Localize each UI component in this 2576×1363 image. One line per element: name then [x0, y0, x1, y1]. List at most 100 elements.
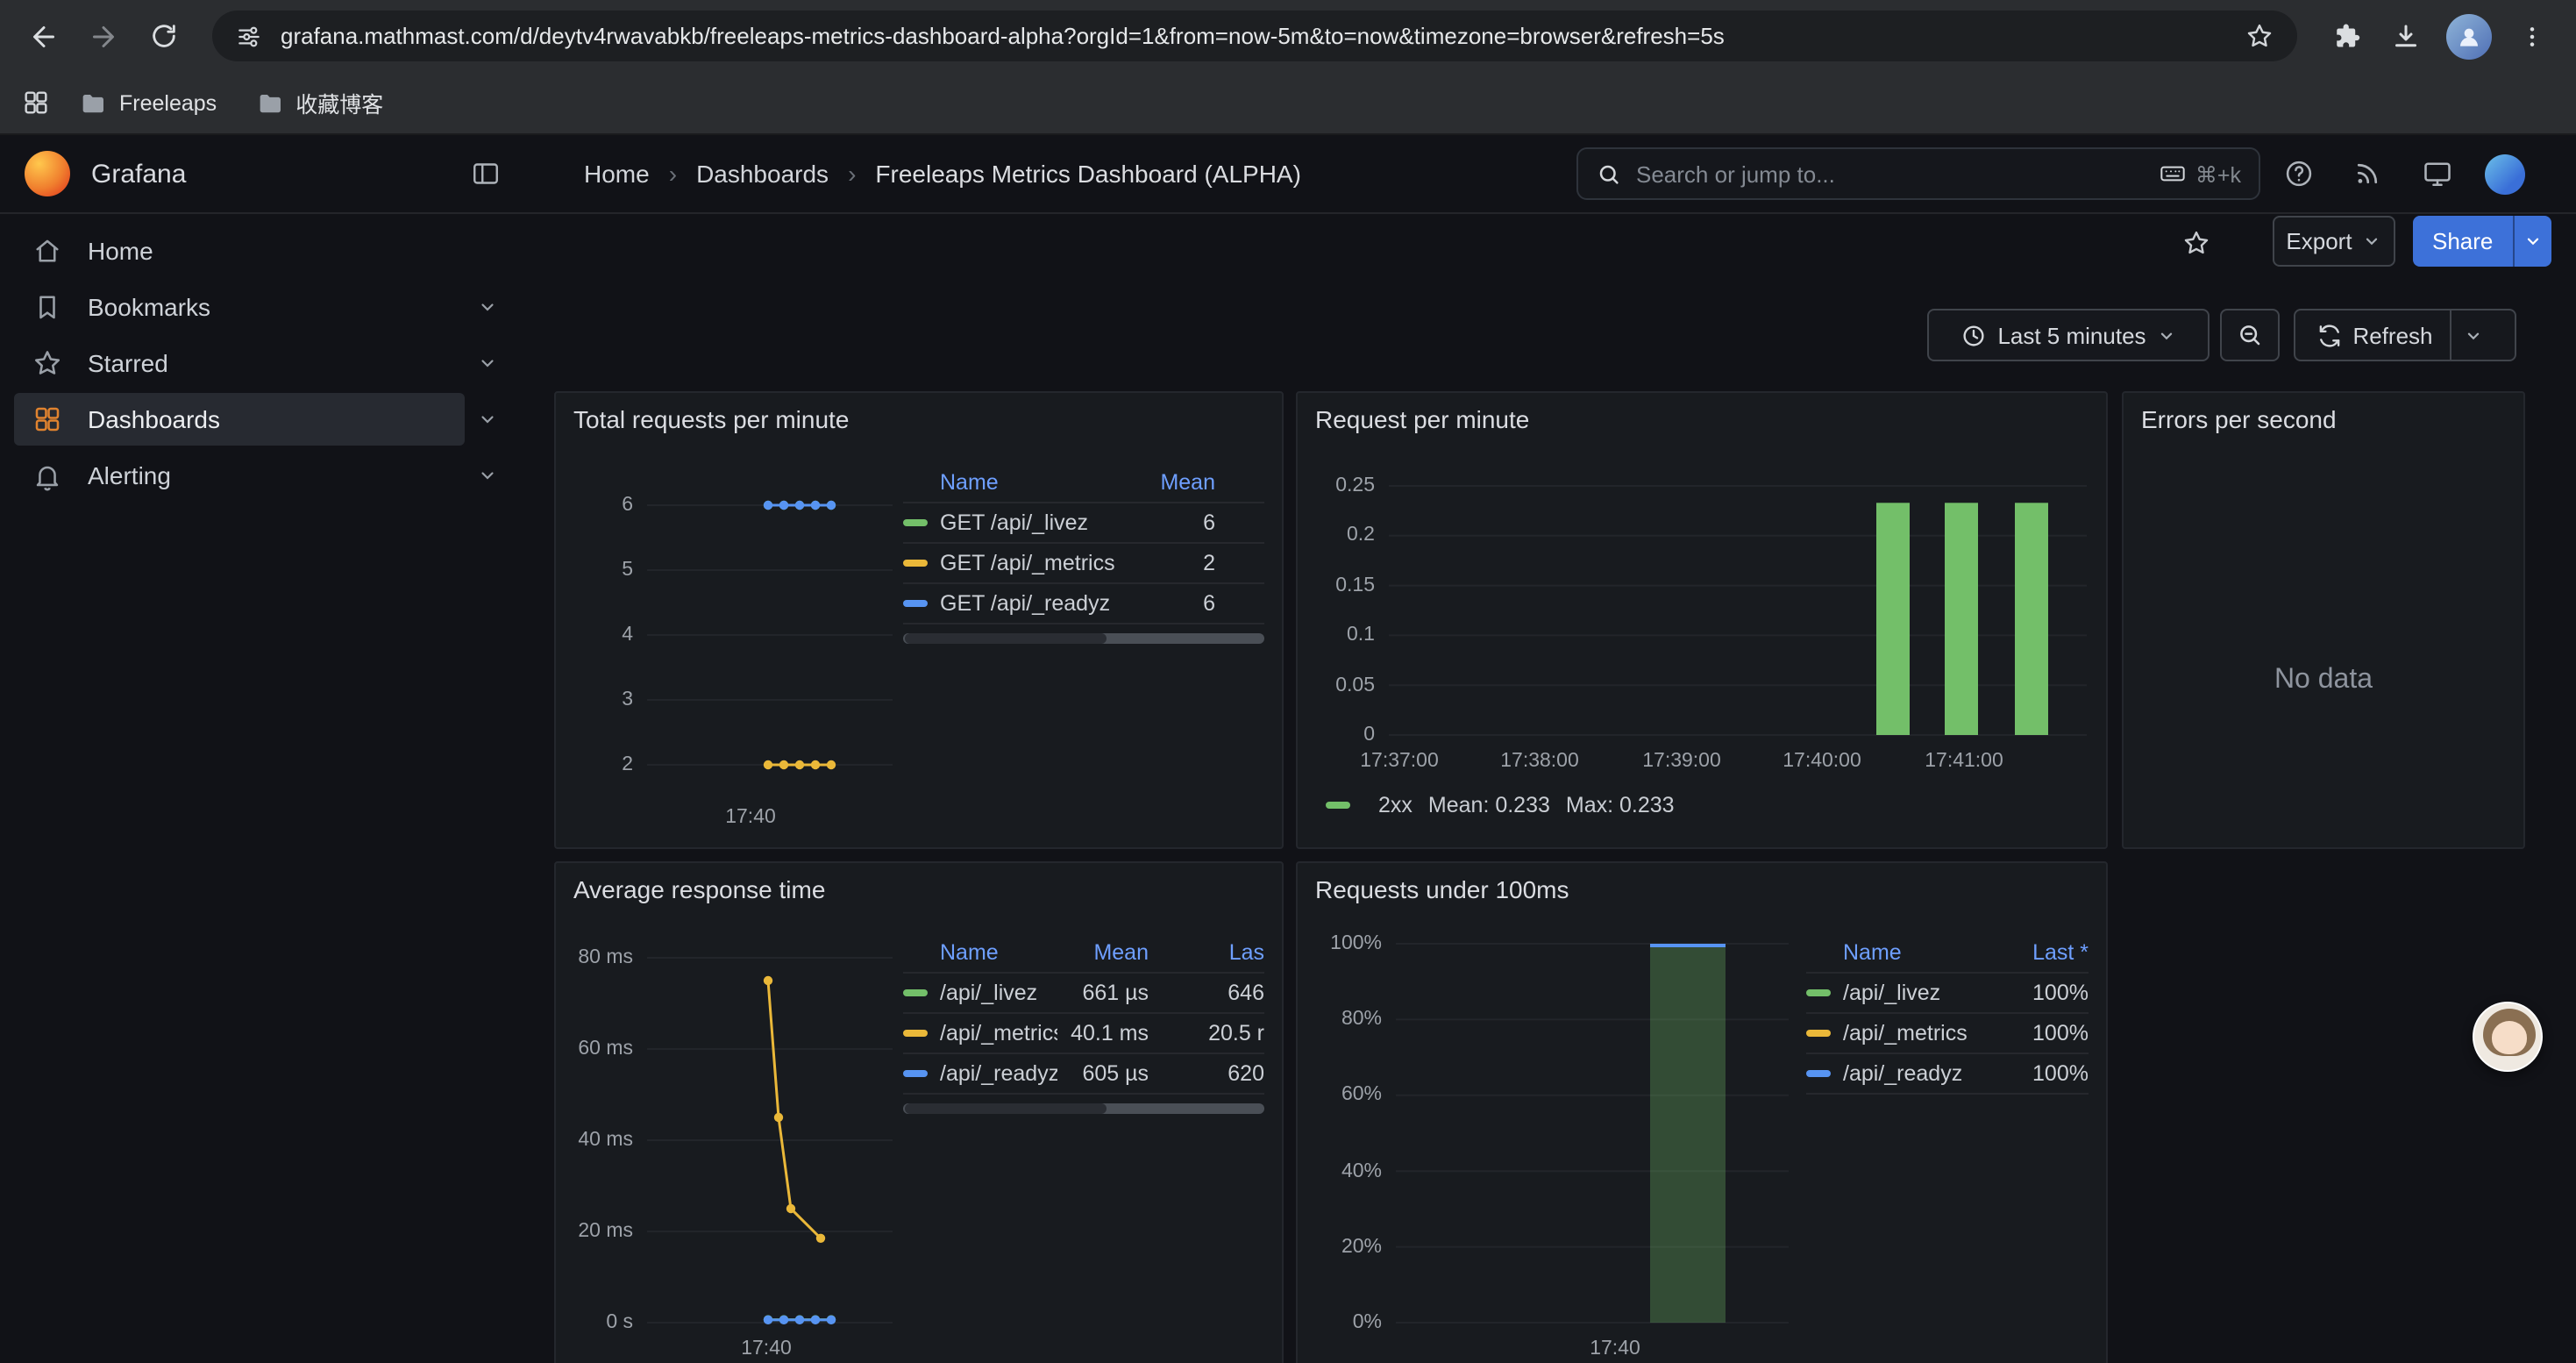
series-color-chip — [903, 1030, 928, 1037]
reload-icon[interactable] — [137, 10, 189, 62]
table-horizontal-scrollbar[interactable] — [903, 633, 1264, 644]
bookmark-folder-freeleaps[interactable]: Freeleaps — [68, 83, 227, 122]
bookmarks-bar: Freeleaps 收藏博客 — [0, 72, 2576, 135]
col-last[interactable]: Las — [1173, 940, 1264, 965]
url-text: grafana.mathmast.com/d/deytv4rwavabkb/fr… — [281, 23, 2227, 49]
assistant-avatar[interactable] — [2473, 1002, 2543, 1072]
sidebar-item-starred[interactable]: Starred — [14, 337, 465, 389]
share-menu-chevron-icon[interactable] — [2512, 216, 2551, 267]
legend-table-header: Name Mean Las — [903, 933, 1264, 974]
brand-name: Grafana — [91, 160, 186, 189]
sidebar-item-alerting[interactable]: Alerting — [14, 449, 465, 502]
refresh-button[interactable]: Refresh — [2294, 309, 2516, 361]
sidebar-item-dashboards[interactable]: Dashboards — [14, 393, 465, 446]
legend-row[interactable]: /api/_metrics 100% — [1806, 1014, 2089, 1054]
avatar-face — [2492, 1021, 2527, 1054]
series-color-chip — [903, 989, 928, 996]
favorite-star-icon[interactable] — [2181, 228, 2211, 258]
url-bar[interactable]: grafana.mathmast.com/d/deytv4rwavabkb/fr… — [212, 11, 2297, 61]
col-mean[interactable]: Mean — [1124, 470, 1215, 495]
panel-errors-per-second: Errors per second No data — [2122, 391, 2525, 849]
grafana-header: Grafana Home › Dashboards › Freeleaps Me… — [0, 135, 2576, 214]
site-info-icon[interactable] — [235, 22, 263, 50]
panel-title[interactable]: Errors per second — [2141, 405, 2337, 433]
no-data-message: No data — [2124, 665, 2523, 696]
breadcrumb-dashboards[interactable]: Dashboards — [696, 160, 829, 188]
breadcrumb-separator: › — [669, 160, 677, 188]
panel-average-response-time: Average response time 80 ms60 ms40 ms20 … — [554, 861, 1284, 1363]
search-box[interactable]: Search or jump to... ⌘+k — [1576, 147, 2260, 200]
legend-row[interactable]: /api/_readyz 100% — [1806, 1054, 2089, 1095]
chevron-down-icon[interactable] — [477, 409, 498, 430]
request-per-minute-chart: 0.250.20.150.10.05017:37:0017:38:0017:39… — [1298, 393, 2106, 847]
legend-table-header: Name Mean — [903, 463, 1264, 503]
legend-mean: Mean: 0.233 — [1428, 793, 1550, 817]
apps-grid-icon[interactable] — [21, 88, 51, 118]
sidebar-item-home[interactable]: Home — [14, 225, 465, 277]
legend-max: Max: 0.233 — [1566, 793, 1675, 817]
chevron-down-icon — [2157, 325, 2176, 345]
star-icon — [32, 347, 63, 379]
legend-table: Name Mean Las /api/_livez 661 µs 646 /ap… — [903, 933, 1264, 1114]
chevron-down-icon[interactable] — [477, 296, 498, 318]
breadcrumb-home[interactable]: Home — [584, 160, 650, 188]
legend-row[interactable]: /api/_metrics 40.1 ms 20.5 r — [903, 1014, 1264, 1054]
bell-icon — [32, 460, 63, 491]
legend-row[interactable]: GET /api/_readyz 6 — [903, 584, 1264, 624]
breadcrumb-current: Freeleaps Metrics Dashboard (ALPHA) — [875, 160, 1301, 188]
col-mean[interactable]: Mean — [1057, 940, 1149, 965]
col-name[interactable]: Name — [1843, 940, 2004, 965]
user-avatar[interactable] — [2485, 154, 2525, 195]
series-color-chip — [903, 600, 928, 607]
sidebar-toggle-icon[interactable] — [470, 158, 502, 189]
legend-row[interactable]: /api/_livez 100% — [1806, 974, 2089, 1014]
menu-kebab-icon[interactable] — [2506, 10, 2558, 62]
chevron-down-icon[interactable] — [477, 465, 498, 486]
folder-icon — [255, 89, 283, 117]
refresh-icon — [2316, 322, 2342, 348]
rss-icon[interactable] — [2352, 158, 2383, 189]
grafana-logo[interactable] — [25, 151, 70, 196]
bookmark-label: 收藏博客 — [295, 86, 383, 119]
refresh-interval-chevron-icon[interactable] — [2451, 310, 2494, 360]
bookmark-label: Freeleaps — [119, 90, 217, 115]
series-color-chip — [1806, 989, 1831, 996]
chart-legend[interactable]: 2xx Mean: 0.233 Max: 0.233 — [1326, 793, 1675, 817]
export-button[interactable]: Export — [2273, 216, 2395, 267]
series-color-chip — [903, 1070, 928, 1077]
extensions-icon[interactable] — [2320, 10, 2373, 62]
time-range-picker[interactable]: Last 5 minutes — [1927, 309, 2210, 361]
breadcrumb-separator: › — [848, 160, 856, 188]
legend-row[interactable]: /api/_livez 661 µs 646 — [903, 974, 1264, 1014]
col-last[interactable]: Last * — [2004, 940, 2089, 965]
monitor-icon[interactable] — [2422, 158, 2453, 189]
sidebar-item-bookmarks[interactable]: Bookmarks — [14, 281, 465, 333]
bookmark-icon — [32, 291, 63, 323]
zoom-out-button[interactable] — [2220, 309, 2280, 361]
share-button[interactable]: Share — [2413, 216, 2551, 267]
screen: grafana.mathmast.com/d/deytv4rwavabkb/fr… — [0, 0, 2576, 1363]
legend-row[interactable]: GET /api/_livez 6 — [903, 503, 1264, 544]
profile-avatar[interactable] — [2446, 13, 2492, 59]
legend-row[interactable]: GET /api/_metrics 2 — [903, 544, 1264, 584]
apps-icon — [32, 403, 63, 435]
scrollbar-thumb[interactable] — [905, 1103, 1107, 1114]
zoom-out-icon — [2236, 321, 2264, 349]
panel-request-per-minute: Request per minute 0.250.20.150.10.05017… — [1296, 391, 2108, 849]
chevron-down-icon[interactable] — [477, 353, 498, 374]
col-name[interactable]: Name — [940, 470, 1124, 495]
forward-icon[interactable] — [77, 10, 130, 62]
col-name[interactable]: Name — [940, 940, 1057, 965]
help-icon[interactable] — [2283, 158, 2315, 189]
scrollbar-thumb[interactable] — [905, 633, 1107, 644]
back-icon[interactable] — [18, 10, 70, 62]
browser-toolbar: grafana.mathmast.com/d/deytv4rwavabkb/fr… — [0, 0, 2576, 72]
downloads-icon[interactable] — [2380, 10, 2432, 62]
series-color-chip — [903, 519, 928, 526]
bookmark-star-icon[interactable] — [2245, 21, 2274, 51]
panel-requests-under-100ms: Requests under 100ms 100%80%60%40%20%0%1… — [1296, 861, 2108, 1363]
search-placeholder: Search or jump to... — [1636, 161, 1835, 187]
bookmark-folder-blogs[interactable]: 收藏博客 — [245, 81, 394, 125]
table-horizontal-scrollbar[interactable] — [903, 1103, 1264, 1114]
legend-row[interactable]: /api/_readyz 605 µs 620 — [903, 1054, 1264, 1095]
